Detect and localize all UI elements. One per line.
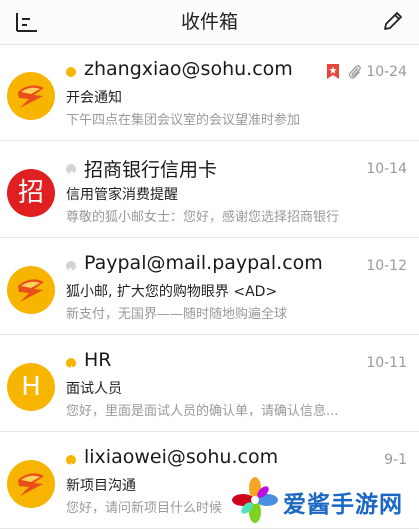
sender-name: Paypal@mail.paypal.com	[84, 252, 323, 274]
unread-dot-icon	[66, 67, 76, 77]
sohu-avatar-icon	[7, 266, 55, 314]
forwarded-icon	[66, 164, 76, 176]
avatar-letter: 招	[17, 178, 44, 208]
page-title: 收件箱	[180, 11, 238, 33]
avatar-letter: H	[21, 372, 41, 402]
email-item[interactable]: 招 招商银行信用卡 10-14 信用管家消费提醒 尊敬的狐小邮女士：您好，感谢您…	[0, 142, 419, 238]
watermark-text: 爱酱手游网	[283, 492, 403, 518]
watermark: 爱酱手游网	[230, 475, 419, 527]
email-item[interactable]: Paypal@mail.paypal.com 10-12 狐小邮, 扩大您的购物…	[0, 239, 419, 335]
forwarded-icon	[66, 261, 76, 273]
compose-icon[interactable]	[381, 9, 405, 33]
email-preview: 您好，请问新项目什么时候	[66, 501, 223, 516]
email-preview: 尊敬的狐小邮女士：您好，感谢您选择招商银行	[66, 210, 340, 225]
pinwheel-logo-icon	[232, 477, 278, 523]
email-preview: 下午四点在集团会议室的会议望准时参加	[66, 113, 301, 128]
email-subject: 狐小邮, 扩大您的购物眼界 <AD>	[66, 284, 278, 300]
sender-name: 招商银行信用卡	[84, 159, 218, 181]
replied-icon	[66, 455, 76, 468]
sender-name: lixiaowei@sohu.com	[84, 446, 279, 468]
email-subject: 信用管家消费提醒	[66, 187, 178, 203]
email-date: 10-11	[366, 355, 407, 371]
attachment-icon	[347, 63, 362, 80]
email-date: 9-1	[384, 452, 407, 468]
sender-name: zhangxiao@sohu.com	[84, 58, 293, 80]
email-subject: 开会通知	[66, 90, 122, 106]
email-preview: 您好，里面是面试人员的确认单，请确认信息...	[66, 404, 339, 419]
replied-icon	[66, 358, 76, 371]
sender-name: HR	[84, 349, 112, 371]
sohu-avatar-icon	[7, 460, 55, 508]
avatar: H	[7, 363, 55, 411]
sohu-avatar-icon	[7, 72, 55, 120]
email-date: 10-12	[366, 258, 407, 274]
flag-icon[interactable]	[326, 63, 340, 80]
email-date: 10-14	[366, 161, 407, 177]
avatar: 招	[7, 169, 55, 217]
email-subject: 新项目沟通	[66, 478, 136, 494]
app-header: 收件箱	[0, 0, 419, 45]
email-item[interactable]: zhangxiao@sohu.com 10-24 开会通知 下午四点在集团会议室…	[0, 45, 419, 141]
email-item[interactable]: H HR 10-11 面试人员 您好，里面是面试人员的确认单，请确认信息...	[0, 336, 419, 432]
email-subject: 面试人员	[66, 381, 122, 397]
email-date: 10-24	[366, 64, 407, 80]
email-preview: 新支付，无国界——随时随地购遍全球	[66, 307, 288, 322]
